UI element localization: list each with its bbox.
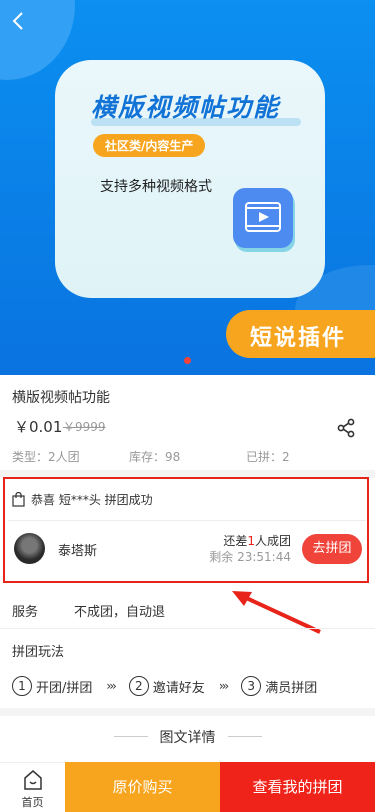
- step-label: 邀请好友: [152, 680, 205, 696]
- bottom-action-bar: 首页 原价购买 查看我的拼团: [0, 762, 375, 812]
- group-type: 类型：2人团: [12, 450, 80, 464]
- group-steps: 1 开团/拼团 ››› 2 邀请好友 ››› 3 满员拼团: [12, 676, 317, 696]
- chevron-left-icon[interactable]: [8, 10, 30, 32]
- detail-section-title: 图文详情: [159, 730, 216, 746]
- share-icon[interactable]: [336, 418, 356, 438]
- remaining-time: 剩余 23:51:44: [209, 550, 291, 564]
- service-value: 不成团，自动退: [74, 605, 166, 620]
- avatar: [14, 533, 45, 564]
- step-label: 满员拼团: [265, 680, 318, 696]
- sold-count: 已拼：2: [246, 450, 290, 464]
- members-needed: 还差1人成团: [223, 534, 291, 548]
- banner-card-tag: 社区类/内容生产: [93, 134, 206, 157]
- carousel-indicator[interactable]: [184, 357, 191, 364]
- divider: [8, 520, 366, 521]
- home-tab[interactable]: 首页: [0, 762, 65, 812]
- step-number: 2: [128, 676, 149, 696]
- product-title: 横版视频帖功能: [12, 390, 110, 406]
- step-label: 开团/拼团: [36, 680, 93, 696]
- bag-icon: [12, 492, 25, 507]
- step-item: 3 满员拼团: [241, 676, 317, 696]
- banner-card: 横版视频帖功能 社区类/内容生产 支持多种视频格式: [55, 60, 325, 298]
- banner-card-subtitle: 支持多种视频格式: [100, 179, 212, 195]
- group-success-notice: 恭喜 短***头 拼团成功: [12, 491, 153, 508]
- step-number: 3: [241, 676, 262, 696]
- product-banner: 横版视频帖功能 社区类/内容生产 支持多种视频格式 短说插件: [0, 0, 375, 375]
- arrow-right-icon: ›››: [218, 679, 230, 693]
- banner-brand-label: 短说插件: [226, 310, 375, 358]
- home-label: 首页: [21, 796, 44, 809]
- divider: [0, 628, 375, 629]
- buy-original-price-button[interactable]: 原价购买: [65, 762, 220, 812]
- video-icon: [233, 188, 293, 248]
- divider: [228, 736, 262, 737]
- group-price: ￥0.01: [14, 418, 63, 436]
- banner-card-title: 横版视频帖功能: [91, 93, 281, 122]
- stock-count: 库存：98: [129, 450, 181, 464]
- group-rules-title: 拼团玩法: [12, 645, 65, 660]
- notice-text: 恭喜 短***头 拼团成功: [31, 493, 153, 507]
- service-label: 服务: [12, 605, 39, 620]
- arrow-right-icon: ›››: [106, 679, 117, 693]
- section-divider: [0, 708, 375, 716]
- step-number: 1: [12, 676, 32, 696]
- original-price: ￥9999: [63, 420, 106, 434]
- step-item: 1 开团/拼团: [12, 676, 92, 696]
- join-group-button[interactable]: 去拼团: [302, 534, 362, 564]
- view-my-groups-button[interactable]: 查看我的拼团: [220, 762, 375, 812]
- home-icon: [24, 770, 42, 790]
- group-leader-name: 泰塔斯: [58, 544, 98, 559]
- step-item: 2 邀请好友: [128, 676, 205, 696]
